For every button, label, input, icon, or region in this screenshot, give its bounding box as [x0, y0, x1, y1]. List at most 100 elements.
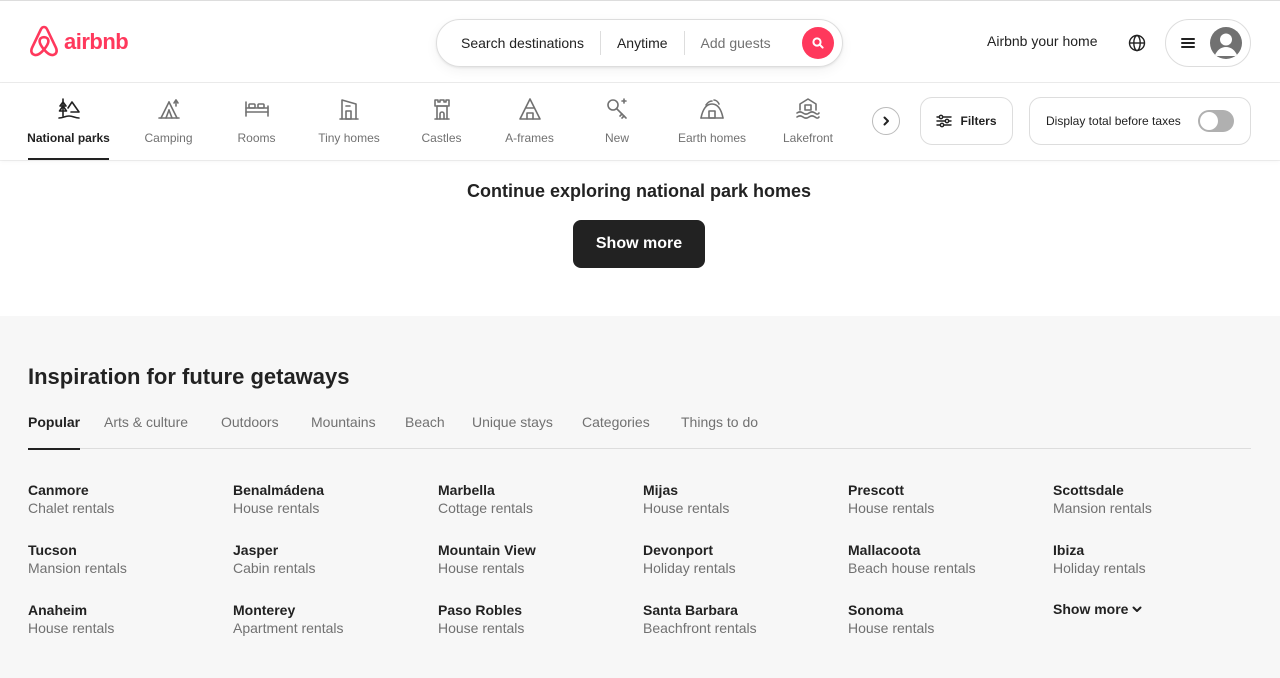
- show-more-button[interactable]: Show more: [573, 220, 705, 268]
- destination-link[interactable]: Benalmádena House rentals: [233, 481, 433, 517]
- search-guests-field[interactable]: Add guests: [685, 31, 787, 55]
- category-tiny-homes[interactable]: Tiny homes: [317, 96, 381, 160]
- category-camping[interactable]: Camping: [143, 96, 194, 160]
- destination-type: Mansion rentals: [1053, 500, 1152, 516]
- category-label: Lakefront: [782, 131, 834, 145]
- inspiration-tabs: Popular Arts & culture Outdoors Mountain…: [28, 411, 1251, 450]
- display-taxes-control: Display total before taxes: [1029, 97, 1251, 145]
- category-rooms[interactable]: Rooms: [237, 96, 276, 160]
- user-menu-button[interactable]: [1165, 19, 1251, 67]
- taxes-toggle[interactable]: [1198, 110, 1234, 132]
- search-dates-field[interactable]: Anytime: [601, 31, 684, 55]
- search-button[interactable]: [802, 27, 834, 59]
- destination-type: House rentals: [233, 500, 320, 516]
- category-label: National parks: [27, 131, 110, 145]
- destination-name: Anaheim: [28, 602, 88, 618]
- category-scroll-next-button[interactable]: [872, 107, 900, 135]
- bed-icon: [244, 101, 269, 117]
- globe-icon[interactable]: [1127, 33, 1147, 53]
- destination-type: House rentals: [643, 500, 730, 516]
- destination-name: Prescott: [848, 482, 905, 498]
- destination-type: House rentals: [848, 500, 935, 516]
- destination-link[interactable]: Prescott House rentals: [848, 481, 1048, 517]
- airbnb-your-home-link[interactable]: Airbnb your home: [987, 33, 1098, 49]
- a-frame-icon: [518, 98, 541, 120]
- airbnb-logo-icon: [30, 25, 58, 57]
- destination-type: Holiday rentals: [643, 560, 736, 576]
- tab-arts-culture[interactable]: Arts & culture: [104, 414, 188, 449]
- chevron-down-icon: [1132, 606, 1142, 612]
- filters-label: Filters: [960, 114, 997, 128]
- destination-link[interactable]: Paso Robles House rentals: [438, 601, 638, 637]
- destination-link[interactable]: Scottsdale Mansion rentals: [1053, 481, 1253, 517]
- tab-things-to-do[interactable]: Things to do: [681, 414, 758, 449]
- earth-home-icon: [700, 99, 724, 119]
- destination-name: Mallacoota: [848, 542, 921, 558]
- destination-type: Cottage rentals: [438, 500, 533, 516]
- category-label: Tiny homes: [318, 131, 380, 145]
- destination-link[interactable]: Mountain View House rentals: [438, 541, 638, 577]
- show-more-destinations-link[interactable]: Show more: [1053, 601, 1142, 617]
- tab-outdoors[interactable]: Outdoors: [221, 414, 279, 449]
- destination-name: Benalmádena: [233, 482, 325, 498]
- taxes-label: Display total before taxes: [1046, 114, 1181, 128]
- destination-link[interactable]: Ibiza Holiday rentals: [1053, 541, 1253, 577]
- destination-link[interactable]: Monterey Apartment rentals: [233, 601, 433, 637]
- tiny-home-icon: [339, 99, 359, 120]
- category-label: Camping: [144, 131, 193, 145]
- destination-name: Jasper: [233, 542, 279, 558]
- destination-name: Devonport: [643, 542, 713, 558]
- destination-type: Mansion rentals: [28, 560, 127, 576]
- category-new[interactable]: New: [603, 96, 631, 160]
- search-bar[interactable]: Search destinations Anytime Add guests: [436, 19, 843, 67]
- destination-name: Mountain View: [438, 542, 536, 558]
- category-label: Earth homes: [677, 131, 747, 145]
- filter-sliders-icon: [936, 114, 953, 128]
- inspiration-title: Inspiration for future getaways: [28, 364, 350, 389]
- lakefront-icon: [796, 98, 820, 119]
- destination-name: Mijas: [643, 482, 679, 498]
- destination-link[interactable]: Mijas House rentals: [643, 481, 843, 517]
- tab-beach[interactable]: Beach: [405, 414, 445, 449]
- category-a-frames[interactable]: A-frames: [503, 96, 556, 160]
- avatar: [1210, 27, 1242, 59]
- category-lakefront[interactable]: Lakefront: [780, 96, 836, 160]
- destination-link[interactable]: Marbella Cottage rentals: [438, 481, 638, 517]
- category-castles[interactable]: Castles: [421, 96, 462, 160]
- logo-text: airbnb: [64, 29, 129, 54]
- tab-categories[interactable]: Categories: [582, 414, 650, 449]
- destination-type: Holiday rentals: [1053, 560, 1146, 576]
- destination-link[interactable]: Santa Barbara Beachfront rentals: [643, 601, 843, 637]
- airbnb-logo[interactable]: airbnb: [28, 25, 129, 59]
- destination-type: House rentals: [848, 620, 935, 636]
- category-earth-homes[interactable]: Earth homes: [676, 96, 748, 160]
- category-national-parks[interactable]: National parks: [27, 96, 110, 160]
- category-label: Rooms: [237, 131, 276, 145]
- user-silhouette-icon: [1214, 33, 1238, 56]
- destination-link[interactable]: Devonport Holiday rentals: [643, 541, 843, 577]
- destination-type: House rentals: [438, 560, 525, 576]
- destination-type: Beachfront rentals: [643, 620, 757, 636]
- destination-name: Ibiza: [1053, 542, 1085, 558]
- destination-link[interactable]: Tucson Mansion rentals: [28, 541, 228, 577]
- tent-icon: [157, 99, 180, 119]
- tab-unique-stays[interactable]: Unique stays: [472, 414, 553, 449]
- destination-link[interactable]: Mallacoota Beach house rentals: [848, 541, 1048, 577]
- destination-link[interactable]: Sonoma House rentals: [848, 601, 1048, 637]
- national-park-icon: [57, 98, 80, 119]
- destination-type: Apartment rentals: [233, 620, 344, 636]
- destination-link[interactable]: Anaheim House rentals: [28, 601, 228, 637]
- key-sparkle-icon: [607, 98, 627, 119]
- destination-name: Tucson: [28, 542, 77, 558]
- tab-popular[interactable]: Popular: [28, 414, 81, 450]
- search-destination-field[interactable]: Search destinations: [437, 31, 600, 55]
- category-label: A-frames: [505, 131, 554, 145]
- category-label: New: [604, 131, 629, 145]
- tab-mountains[interactable]: Mountains: [311, 414, 376, 449]
- destination-link[interactable]: Canmore Chalet rentals: [28, 481, 228, 517]
- castle-icon: [433, 99, 450, 120]
- header: airbnb Search destinations Anytime Add g…: [0, 0, 1280, 83]
- destination-link[interactable]: Jasper Cabin rentals: [233, 541, 433, 577]
- destination-type: House rentals: [438, 620, 525, 636]
- filters-button[interactable]: Filters: [920, 97, 1013, 145]
